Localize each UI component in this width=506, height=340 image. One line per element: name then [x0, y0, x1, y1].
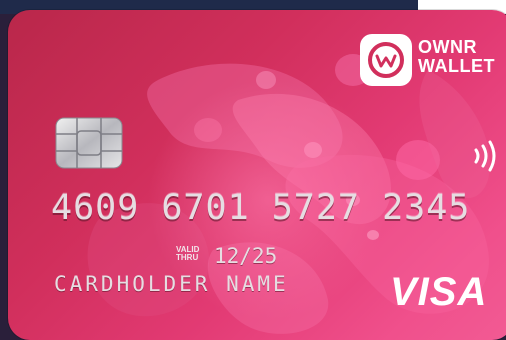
- emv-chip: [55, 117, 123, 169]
- ownr-logo-icon: [368, 42, 404, 78]
- card-number: 4609 6701 5727 2345: [51, 188, 471, 228]
- brand-name-bottom: WALLET: [418, 56, 495, 76]
- brand-name: OWNR WALLET: [418, 38, 504, 76]
- thru-label: THRU: [176, 253, 199, 262]
- valid-thru-label: VALID THRU: [176, 246, 216, 262]
- expiry-date: 12/25: [214, 244, 278, 268]
- brand-name-top: OWNR: [418, 37, 477, 57]
- ownr-logo-badge: [360, 34, 412, 86]
- contactless-icon: [474, 140, 496, 172]
- card-network-logo: VISA: [390, 270, 488, 314]
- bank-card: OWNR WALLET 4609 6701 5727 2345 VALID TH…: [8, 10, 506, 340]
- contactless: [470, 138, 504, 174]
- cardholder-name: CARDHOLDER NAME: [54, 272, 289, 296]
- emv-chip-icon: [55, 117, 123, 169]
